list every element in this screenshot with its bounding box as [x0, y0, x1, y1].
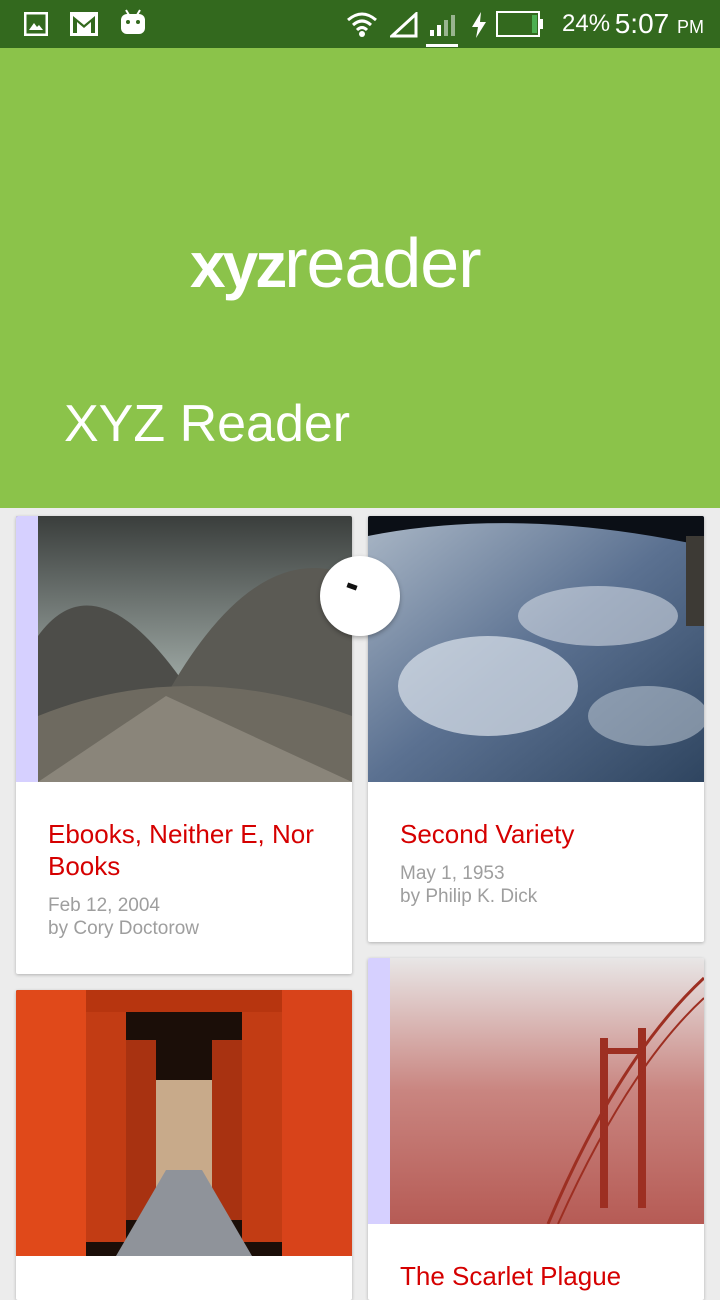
article-title: The Scarlet Plague [400, 1261, 622, 1291]
article-thumbnail [368, 516, 704, 782]
article-author: by Cory Doctorow [48, 918, 199, 939]
page-title: XYZ Reader [64, 395, 351, 453]
wifi-icon [347, 12, 377, 37]
article-title: Second Variety [400, 819, 575, 849]
article-title: Ebooks, Neither E, Nor Books [48, 819, 314, 881]
article-card[interactable] [16, 990, 352, 1300]
article-card[interactable]: The Scarlet Plague [368, 958, 704, 1300]
article-card[interactable]: Second Variety May 1, 1953 by Philip K. … [368, 516, 704, 942]
article-date: Feb 12, 2004 [48, 895, 160, 916]
signal-bars-icon [426, 15, 458, 47]
charging-icon [472, 12, 486, 38]
battery-icon [496, 11, 543, 37]
battery-percent: 24% [562, 10, 611, 37]
article-thumbnail [16, 516, 352, 782]
image-icon [24, 12, 48, 36]
article-thumbnail [368, 958, 704, 1224]
app-bar: xyzreader XYZ Reader [0, 48, 720, 508]
loading-spinner [320, 556, 400, 636]
article-thumbnail [16, 990, 352, 1256]
clock: 5:07 PM [614, 8, 704, 39]
app-logo: xyzreader [190, 224, 482, 302]
android-icon [121, 9, 145, 34]
article-card[interactable]: Ebooks, Neither E, Nor Books Feb 12, 200… [16, 516, 352, 974]
article-author: by Philip K. Dick [400, 886, 538, 907]
article-date: May 1, 1953 [400, 863, 505, 884]
status-bar: 24% 5:07 PM [0, 0, 720, 48]
gmail-icon [70, 12, 98, 36]
signal-icon [390, 12, 418, 38]
